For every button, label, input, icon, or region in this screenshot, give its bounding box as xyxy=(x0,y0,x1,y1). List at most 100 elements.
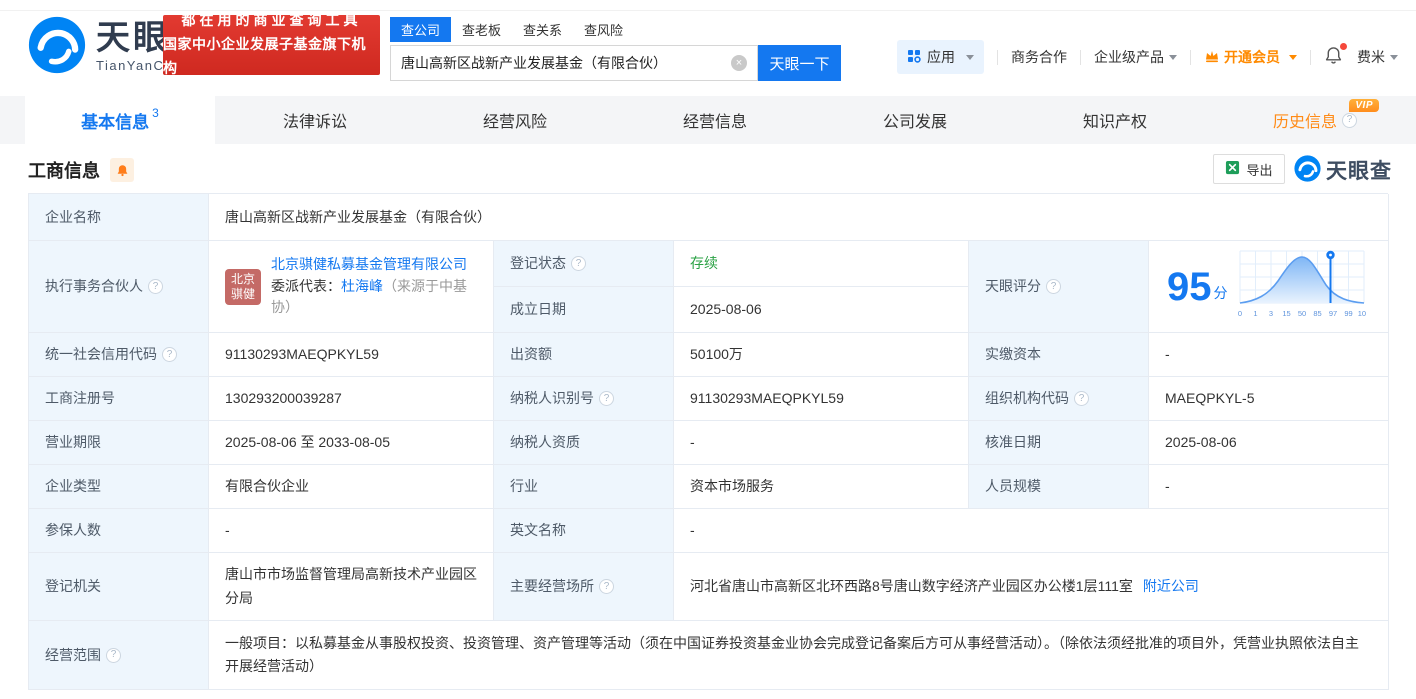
help-icon[interactable] xyxy=(571,256,586,271)
section-header: 工商信息 导出 天眼查 xyxy=(0,144,1416,193)
vip-badge: VIP xyxy=(1349,99,1379,112)
tab-business-info[interactable]: 经营信息 xyxy=(615,96,815,144)
tab-company-development[interactable]: 公司发展 xyxy=(815,96,1015,144)
username: 费米 xyxy=(1357,49,1385,65)
search-tab-company[interactable]: 查公司 xyxy=(390,17,452,42)
menu-divider xyxy=(1080,49,1081,65)
english-name-label: 英文名称 xyxy=(494,509,674,553)
insured-count-label: 参保人数 xyxy=(29,509,209,553)
help-icon[interactable] xyxy=(599,579,614,594)
tab-label: 经营风险 xyxy=(482,114,547,131)
partner-avatar[interactable]: 北京 骐健 xyxy=(225,268,261,305)
business-scope-value: 一般项目：以私募基金从事股权投资、投资管理、资产管理等活动（须在中国证券投资基金… xyxy=(209,621,1389,690)
svg-text:97: 97 xyxy=(1328,309,1336,318)
executive-partner-value: 北京 骐健 北京骐健私募基金管理有限公司 委派代表：杜海峰（来源于中基协） xyxy=(209,241,494,333)
svg-text:85: 85 xyxy=(1313,309,1321,318)
menu-divider xyxy=(1190,49,1191,65)
apps-grid-icon xyxy=(907,49,921,66)
clear-search-icon[interactable] xyxy=(731,55,747,71)
chevron-down-icon xyxy=(1169,54,1177,60)
help-icon[interactable] xyxy=(1074,391,1089,406)
tab-history-info[interactable]: VIP 历史信息 xyxy=(1215,96,1415,144)
help-icon[interactable] xyxy=(1046,279,1061,294)
search-input[interactable] xyxy=(401,55,731,71)
industry-value: 资本市场服务 xyxy=(674,465,969,509)
tab-label: 历史信息 xyxy=(1272,114,1337,131)
top-menu: 应用 商务合作 企业级产品 开通会员 费米 xyxy=(897,40,1398,74)
business-address-value: 河北省唐山市高新区北环西路8号唐山数字经济产业园区办公楼1层111室 附近公司 xyxy=(674,553,1389,621)
approval-date-label: 核准日期 xyxy=(969,421,1149,465)
search-input-wrap xyxy=(390,45,758,81)
tab-label: 基本信息 xyxy=(81,112,150,132)
score-number: 95 xyxy=(1167,264,1212,309)
business-scope-label: 经营范围 xyxy=(29,621,209,690)
credit-code-value: 91130293MAEQPKYL59 xyxy=(209,333,494,377)
export-label: 导出 xyxy=(1246,162,1273,178)
tab-basic-info[interactable]: 基本信息 3 xyxy=(25,96,215,144)
svg-text:3: 3 xyxy=(1268,309,1272,318)
search-tab-risk[interactable]: 查风险 xyxy=(573,17,634,42)
rep-label: 委派代表： xyxy=(271,277,341,294)
nearby-companies-link[interactable]: 附近公司 xyxy=(1143,576,1199,597)
credit-code-label: 统一社会信用代码 xyxy=(29,333,209,377)
taxpayer-quality-value: - xyxy=(674,421,969,465)
paid-capital-value: - xyxy=(1149,333,1389,377)
banner-line2: 国家中小企业发展子基金旗下机构 xyxy=(163,36,366,76)
score-unit: 分 xyxy=(1213,285,1228,301)
menu-cooperation[interactable]: 商务合作 xyxy=(1011,47,1067,67)
tab-label: 法律诉讼 xyxy=(282,114,347,131)
company-name-value: 唐山高新区战新产业发展基金（有限合伙） xyxy=(209,194,1389,241)
section-title: 工商信息 xyxy=(28,161,100,181)
menu-divider xyxy=(1310,49,1311,65)
reg-status-label: 登记状态 xyxy=(494,241,674,287)
reg-number-label: 工商注册号 xyxy=(29,377,209,421)
establish-date-value: 2025-08-06 xyxy=(674,287,969,333)
search-block: 查公司 查老板 查关系 查风险 天眼一下 xyxy=(390,17,841,81)
notification-dot xyxy=(1340,43,1347,50)
partner-company-link[interactable]: 北京骐健私募基金管理有限公司 xyxy=(271,256,467,272)
promo-banner: 都在用的商业查询工具 国家中小企业发展子基金旗下机构 xyxy=(163,12,380,76)
company-nav-tabs: 基本信息 3 法律诉讼 经营风险 经营信息 公司发展 知识产权 VIP 历史信息 xyxy=(0,96,1416,144)
tianyancha-swirl-icon xyxy=(28,16,86,77)
reg-authority-label: 登记机关 xyxy=(29,553,209,621)
excel-icon xyxy=(1225,160,1240,178)
help-icon[interactable] xyxy=(162,347,177,362)
svg-text:15: 15 xyxy=(1282,309,1290,318)
chevron-down-icon xyxy=(1390,54,1398,60)
svg-text:1: 1 xyxy=(1253,309,1257,318)
paid-capital-label: 实缴资本 xyxy=(969,333,1149,377)
tab-label: 公司发展 xyxy=(882,114,947,131)
enterprise-products-label: 企业级产品 xyxy=(1094,49,1164,65)
status-badge: 存续 xyxy=(690,255,718,271)
notification-bell-icon[interactable] xyxy=(1324,43,1347,68)
help-icon[interactable] xyxy=(599,391,614,406)
menu-enterprise-products[interactable]: 企业级产品 xyxy=(1094,47,1177,67)
export-button[interactable]: 导出 xyxy=(1213,154,1285,184)
help-icon[interactable] xyxy=(148,279,163,294)
search-button[interactable]: 天眼一下 xyxy=(758,45,841,81)
apps-button[interactable]: 应用 xyxy=(897,40,984,74)
open-vip-button[interactable]: 开通会员 xyxy=(1204,47,1297,67)
help-icon[interactable] xyxy=(106,647,121,663)
svg-text:99: 99 xyxy=(1344,309,1352,318)
tianyan-score-value[interactable]: 95 分 0 1 3 15 50 85 97 99 10 xyxy=(1149,241,1389,333)
tab-intellectual-property[interactable]: 知识产权 xyxy=(1015,96,1215,144)
approval-date-value: 2025-08-06 xyxy=(1149,421,1389,465)
crown-icon xyxy=(1204,48,1220,67)
tianyan-score-label: 天眼评分 xyxy=(969,241,1149,333)
search-tab-boss[interactable]: 查老板 xyxy=(451,17,512,42)
reg-status-value: 存续 xyxy=(674,241,969,287)
monitor-bell-icon[interactable] xyxy=(110,158,134,182)
tab-operating-risk[interactable]: 经营风险 xyxy=(415,96,615,144)
chevron-down-icon xyxy=(1289,54,1297,60)
tab-legal-proceedings[interactable]: 法律诉讼 xyxy=(215,96,415,144)
tab-count-badge: 3 xyxy=(152,106,159,120)
user-menu[interactable]: 费米 xyxy=(1357,47,1398,67)
tianyancha-watermark: 天眼查 xyxy=(1294,155,1392,185)
search-tab-relation[interactable]: 查关系 xyxy=(512,17,573,42)
score-distribution-chart: 0 1 3 15 50 85 97 99 100 xyxy=(1237,247,1370,327)
help-icon[interactable] xyxy=(1342,112,1357,128)
business-term-value: 2025-08-06 至 2033-08-05 xyxy=(209,421,494,465)
rep-name-link[interactable]: 杜海峰 xyxy=(341,278,383,294)
business-info-table: 企业名称 唐山高新区战新产业发展基金（有限合伙） 执行事务合伙人 北京 骐健 北… xyxy=(28,193,1389,690)
